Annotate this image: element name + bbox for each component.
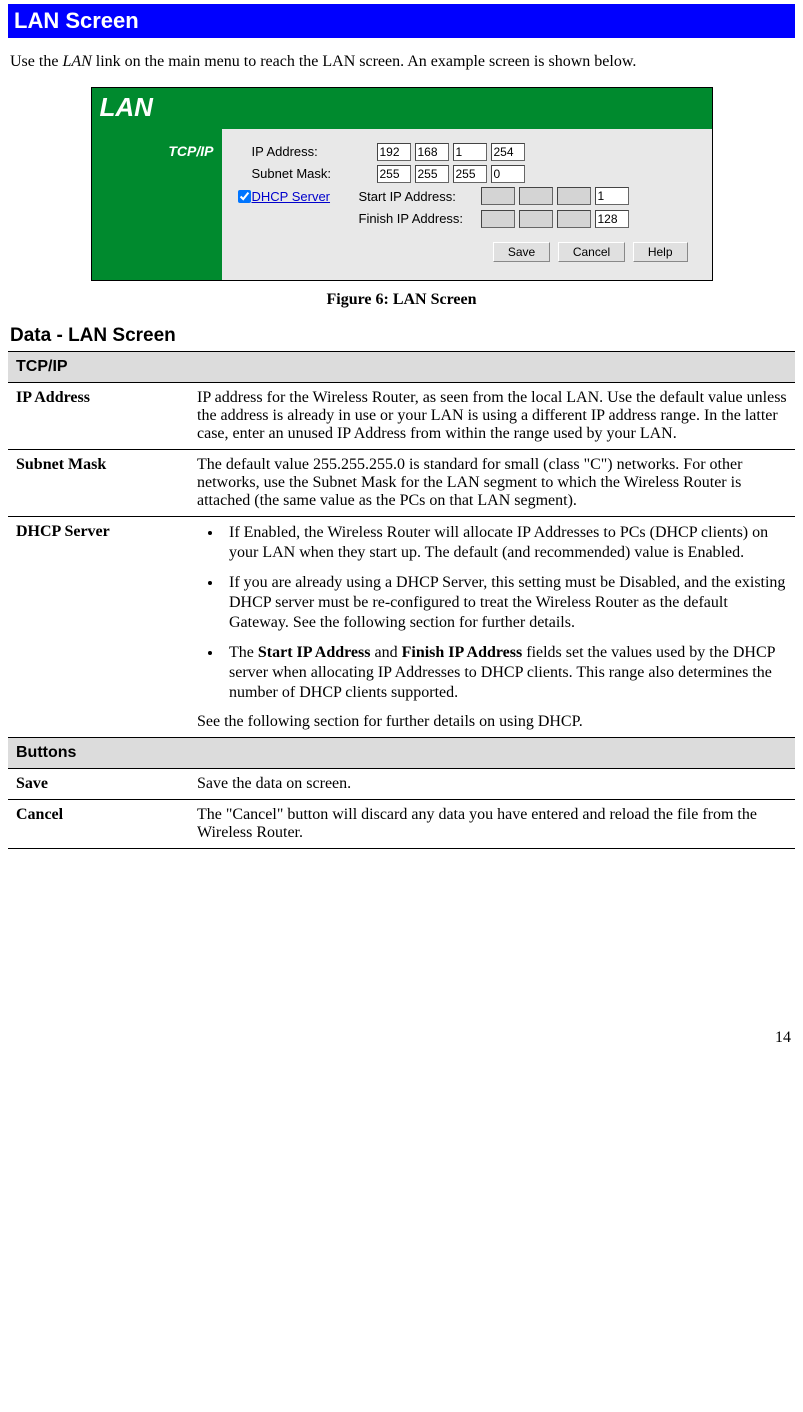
start-ip-octet-2[interactable]: [519, 187, 553, 205]
ip-address-label: IP Address:: [252, 144, 377, 159]
group-buttons: Buttons: [8, 737, 795, 768]
subnet-mask-label: Subnet Mask:: [252, 166, 377, 181]
mask-octet-1[interactable]: [377, 165, 411, 183]
save-button[interactable]: Save: [493, 242, 550, 262]
dhcp-bullet-2: If you are already using a DHCP Server, …: [223, 573, 787, 633]
finish-ip-label: Finish IP Address:: [359, 211, 481, 226]
row-label-save: Save: [8, 768, 189, 799]
row-desc-cancel: The "Cancel" button will discard any dat…: [189, 799, 795, 848]
row-label-ip: IP Address: [8, 382, 189, 449]
dhcp-bullet-3: The Start IP Address and Finish IP Addre…: [223, 643, 787, 703]
row-desc-dhcp: If Enabled, the Wireless Router will all…: [189, 516, 795, 737]
finish-ip-octet-2[interactable]: [519, 210, 553, 228]
lan-screenshot: LAN TCP/IP IP Address: Subnet Mask:: [91, 87, 713, 281]
table-row: DHCP Server If Enabled, the Wireless Rou…: [8, 516, 795, 737]
table-row: Subnet Mask The default value 255.255.25…: [8, 449, 795, 516]
table-row: IP Address IP address for the Wireless R…: [8, 382, 795, 449]
row-desc-ip: IP address for the Wireless Router, as s…: [189, 382, 795, 449]
figure-container: LAN TCP/IP IP Address: Subnet Mask:: [8, 87, 795, 281]
intro-text: Use the LAN link on the main menu to rea…: [10, 52, 793, 73]
table-row: Cancel The "Cancel" button will discard …: [8, 799, 795, 848]
finish-ip-octet-4[interactable]: [595, 210, 629, 228]
data-table: TCP/IP IP Address IP address for the Wir…: [8, 351, 795, 849]
ip-octet-4[interactable]: [491, 143, 525, 161]
figure-caption: Figure 6: LAN Screen: [8, 291, 795, 309]
mask-octet-3[interactable]: [453, 165, 487, 183]
help-button[interactable]: Help: [633, 242, 688, 262]
page-number: 14: [8, 1029, 795, 1047]
ip-octet-2[interactable]: [415, 143, 449, 161]
row-label-mask: Subnet Mask: [8, 449, 189, 516]
ip-octet-3[interactable]: [453, 143, 487, 161]
table-row: Save Save the data on screen.: [8, 768, 795, 799]
section-heading: Data - LAN Screen: [10, 325, 793, 347]
dhcp-bullet-1: If Enabled, the Wireless Router will all…: [223, 523, 787, 563]
figure-header: LAN: [92, 88, 712, 129]
finish-ip-octet-1[interactable]: [481, 210, 515, 228]
mask-octet-2[interactable]: [415, 165, 449, 183]
ip-octet-1[interactable]: [377, 143, 411, 161]
mask-octet-4[interactable]: [491, 165, 525, 183]
dhcp-tail-text: See the following section for further de…: [197, 713, 583, 730]
intro-pre: Use the: [10, 53, 62, 70]
row-label-cancel: Cancel: [8, 799, 189, 848]
start-ip-octet-1[interactable]: [481, 187, 515, 205]
page-title: LAN Screen: [8, 4, 795, 38]
group-tcpip: TCP/IP: [8, 351, 795, 382]
start-ip-octet-3[interactable]: [557, 187, 591, 205]
intro-emphasis: LAN: [62, 53, 91, 70]
dhcp-server-link[interactable]: DHCP Server: [252, 189, 359, 204]
intro-post: link on the main menu to reach the LAN s…: [92, 53, 637, 70]
row-desc-mask: The default value 255.255.255.0 is stand…: [189, 449, 795, 516]
row-label-dhcp: DHCP Server: [8, 516, 189, 737]
row-desc-save: Save the data on screen.: [189, 768, 795, 799]
figure-sidebar-label: TCP/IP: [92, 129, 222, 280]
start-ip-label: Start IP Address:: [359, 189, 481, 204]
start-ip-octet-4[interactable]: [595, 187, 629, 205]
cancel-button[interactable]: Cancel: [558, 242, 625, 262]
finish-ip-octet-3[interactable]: [557, 210, 591, 228]
dhcp-checkbox[interactable]: [238, 190, 251, 203]
dhcp-checkbox-wrap: [234, 187, 252, 206]
